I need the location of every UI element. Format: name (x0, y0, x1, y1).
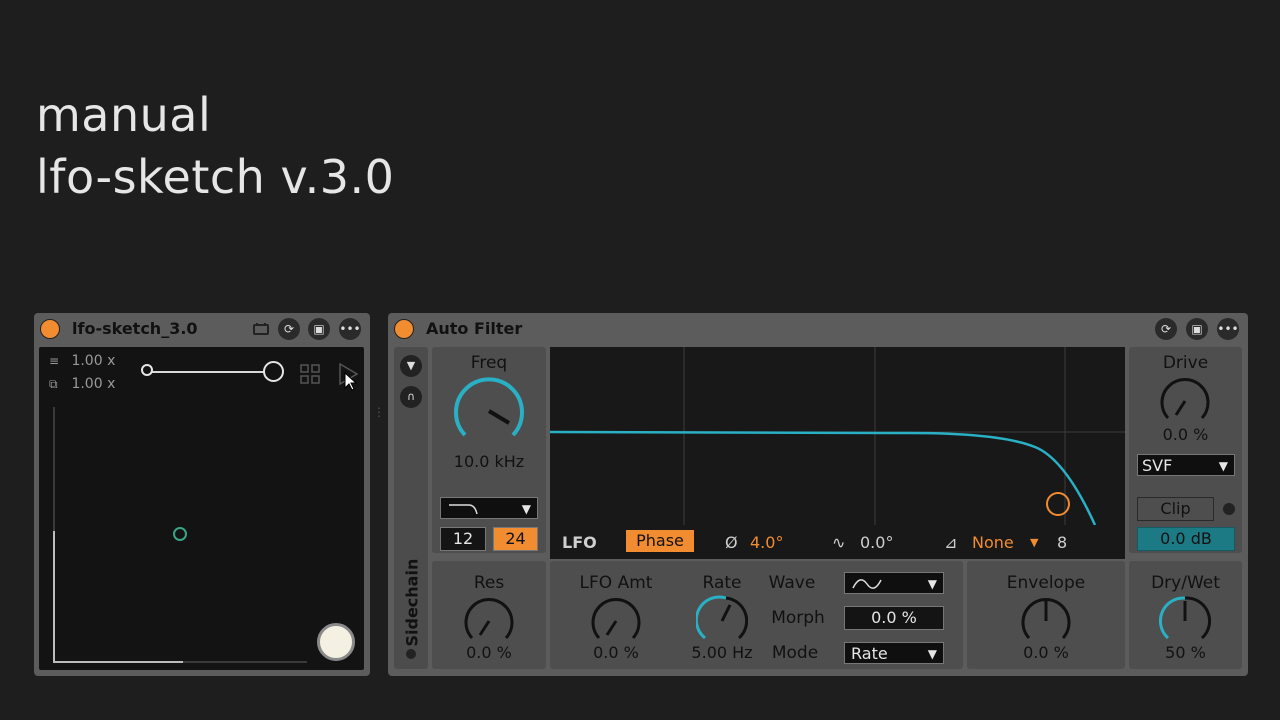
map-icon[interactable] (250, 318, 272, 340)
phase-button[interactable]: Phase (626, 530, 694, 552)
freq-knob[interactable] (451, 375, 527, 447)
sidechain-led (406, 649, 416, 659)
more-icon[interactable]: ••• (339, 318, 361, 340)
lfo-sketch-title: lfo-sketch_3.0 (72, 319, 198, 338)
res-value: 0.0 % (466, 643, 512, 662)
clip-led (1223, 503, 1235, 515)
sidechain-strip: ▼ ∩ Sidechain (394, 347, 428, 669)
x-axis-fill (53, 661, 183, 663)
sync-value[interactable]: None (972, 533, 1014, 552)
lfo-amt-value: 0.0 % (593, 643, 639, 662)
freq-label: Freq (470, 353, 508, 373)
lfo-sketch-device: lfo-sketch_3.0 ⟳ ▣ ••• ≡ 1.00 x ⧉ 1.00 x (34, 313, 370, 676)
slope-12-button[interactable]: 12 (440, 527, 486, 551)
lowpass-icon (449, 504, 478, 515)
freq-panel: Freq 10.0 kHz ▼ 12 24 (432, 347, 546, 553)
device-separator: ⋮ (373, 405, 386, 419)
lfo-position-dot (173, 527, 187, 541)
dry-wet-label: Dry/Wet (1151, 573, 1220, 593)
drive-panel: Drive 0.0 % SVF ▼ Clip 0.0 dB (1129, 347, 1242, 553)
rate-knob[interactable] (696, 595, 748, 647)
sync-dropdown-icon[interactable]: ▼ (1030, 536, 1038, 549)
lfo-label: LFO (562, 533, 597, 552)
sync-icon[interactable]: ⟳ (1155, 318, 1177, 340)
x-scale-icon: ≡ (49, 354, 60, 368)
range-slider-end-handle[interactable] (263, 361, 284, 382)
scale-y-value: 1.00 x (71, 376, 116, 392)
res-knob[interactable] (463, 595, 515, 647)
lfo-controls-panel: LFO Amt 0.0 % Rate 5.00 Hz Wave ▼ Morph … (550, 561, 963, 669)
range-slider-track[interactable] (147, 371, 273, 373)
offset-icon: ∿ (832, 533, 846, 552)
mode-dropdown[interactable]: Rate ▼ (844, 642, 944, 664)
chevron-down-icon[interactable]: ▼ (400, 355, 422, 377)
envelope-knob[interactable] (1020, 595, 1072, 647)
wave-dropdown[interactable]: ▼ (844, 572, 944, 594)
morph-label: Morph (771, 608, 825, 628)
more-icon[interactable]: ••• (1217, 318, 1239, 340)
rate-label: Rate (702, 573, 742, 593)
clip-value[interactable]: 0.0 dB (1137, 527, 1235, 551)
save-icon[interactable]: ▣ (1186, 318, 1208, 340)
freq-value: 10.0 kHz (453, 452, 525, 471)
scale-y-row[interactable]: ⧉ 1.00 x (49, 376, 115, 392)
auto-filter-device: Auto Filter ⟳ ▣ ••• ▼ ∩ Sidechain Freq 1… (388, 313, 1248, 676)
play-icon[interactable] (337, 361, 363, 391)
lfo-sketch-screen[interactable]: ≡ 1.00 x ⧉ 1.00 x (39, 347, 364, 670)
mode-label: Mode (771, 643, 819, 663)
dry-wet-value: 50 % (1165, 643, 1206, 662)
chevron-down-icon: ▼ (1218, 459, 1228, 473)
slope-24-button[interactable]: 24 (493, 527, 538, 551)
res-panel: Res 0.0 % (432, 561, 546, 669)
clip-button[interactable]: Clip (1137, 497, 1214, 521)
lfo-amt-knob[interactable] (590, 595, 642, 647)
chevron-down-icon: ▼ (927, 577, 937, 591)
morph-value[interactable]: 0.0 % (844, 606, 944, 630)
heading-line-2: lfo-sketch v.3.0 (36, 150, 395, 204)
filter-type-dropdown[interactable]: ▼ (440, 497, 538, 519)
grid-icon[interactable] (299, 363, 321, 385)
y-scale-icon: ⧉ (49, 377, 58, 391)
sync-icon[interactable]: ⟳ (278, 318, 300, 340)
phase-value[interactable]: 4.0° (750, 533, 783, 552)
circuit-value: SVF (1142, 456, 1173, 475)
chevron-down-icon: ▼ (927, 647, 937, 661)
lfo-sketch-power-button[interactable] (40, 319, 60, 339)
dry-wet-knob[interactable] (1159, 595, 1211, 647)
save-icon[interactable]: ▣ (308, 318, 330, 340)
metronome-icon: ⊿ (944, 533, 958, 552)
drive-label: Drive (1162, 353, 1209, 373)
scale-x-row[interactable]: ≡ 1.00 x (49, 353, 115, 369)
drive-knob[interactable] (1159, 375, 1211, 427)
envelope-panel: Envelope 0.0 % (967, 561, 1125, 669)
envelope-value: 0.0 % (1023, 643, 1069, 662)
chevron-down-icon: ▼ (521, 502, 531, 516)
mode-value: Rate (851, 644, 888, 663)
scale-x-value: 1.00 x (71, 353, 116, 369)
y-axis-fill (53, 531, 55, 663)
offset-value[interactable]: 0.0° (860, 533, 893, 552)
envelope-label: Envelope (1006, 573, 1086, 593)
range-slider-start-handle[interactable] (141, 364, 153, 376)
phase-symbol: Ø (725, 533, 738, 552)
headphones-icon[interactable]: ∩ (400, 386, 422, 408)
sine-wave-icon (852, 579, 882, 589)
lfo-amt-label: LFO Amt (579, 573, 653, 593)
dry-wet-panel: Dry/Wet 50 % (1129, 561, 1242, 669)
rate-value: 5.00 Hz (691, 643, 753, 662)
sidechain-label[interactable]: Sidechain (403, 559, 422, 647)
drive-value: 0.0 % (1162, 425, 1209, 444)
wave-label: Wave (768, 573, 816, 593)
res-label: Res (473, 573, 505, 593)
filter-response-display[interactable] (550, 347, 1125, 525)
sync-steps[interactable]: 8 (1057, 533, 1067, 552)
auto-filter-power-button[interactable] (394, 319, 414, 339)
lfo-bar: LFO Phase Ø 4.0° ∿ 0.0° ⊿ None ▼ 8 (550, 525, 1125, 559)
draw-ball-handle[interactable] (317, 623, 355, 661)
circuit-dropdown[interactable]: SVF ▼ (1137, 454, 1235, 476)
auto-filter-title: Auto Filter (426, 319, 523, 338)
heading-line-1: manual (36, 88, 212, 142)
